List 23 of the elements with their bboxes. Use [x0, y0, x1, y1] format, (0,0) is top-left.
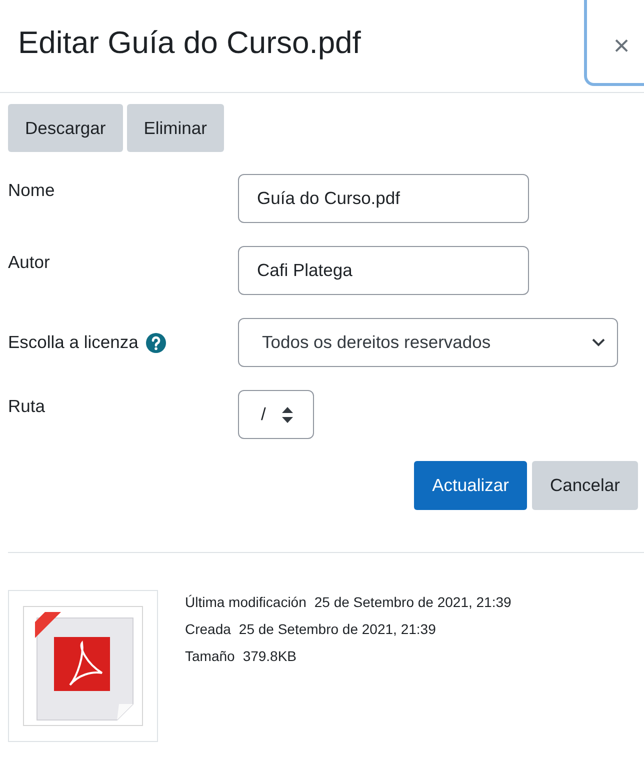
help-icon[interactable]	[146, 332, 166, 352]
sort-arrows-icon	[282, 406, 293, 422]
cancel-button[interactable]: Cancelar	[532, 461, 638, 510]
info-label: Última modificación	[185, 594, 306, 610]
input-field[interactable]: Cafi Platega	[238, 246, 529, 295]
action-button[interactable]: Descargar	[8, 104, 123, 152]
field-label: Nome	[8, 180, 55, 201]
close-button[interactable]: ×	[584, 0, 644, 86]
action-button[interactable]: Eliminar	[126, 104, 224, 152]
select-field[interactable]: Todos os dereitos reservados	[238, 318, 618, 367]
field-label: Ruta	[8, 396, 45, 417]
info-value: 379.8KB	[242, 648, 297, 664]
chevron-down-icon	[592, 338, 605, 347]
info-label: Tamaño	[185, 648, 235, 664]
path-select[interactable]: /	[238, 390, 314, 439]
dialog-title: Editar Guía do Curso.pdf	[18, 25, 361, 61]
info-label: Creada	[185, 621, 231, 637]
info-value: 25 de Setembro de 2021, 21:39	[238, 621, 436, 637]
info-value: 25 de Setembro de 2021, 21:39	[314, 594, 512, 610]
field-label: Autor	[8, 252, 50, 273]
update-button[interactable]: Actualizar	[414, 461, 527, 510]
input-field[interactable]: Guía do Curso.pdf	[238, 174, 529, 223]
field-label: Escolla a licenza	[8, 332, 138, 353]
